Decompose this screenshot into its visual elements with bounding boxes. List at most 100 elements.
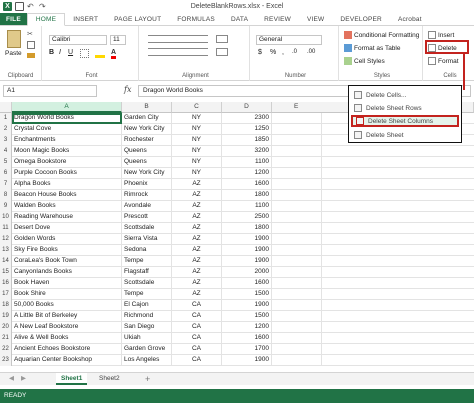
cell-amount[interactable]: 3200 — [222, 146, 272, 157]
tab-home[interactable]: HOME — [26, 13, 66, 26]
cell-empty[interactable] — [272, 135, 322, 146]
row-number[interactable]: 2 — [0, 124, 12, 135]
cell-state[interactable]: AZ — [172, 212, 222, 223]
menu-item-delete-sheet-rows[interactable]: Delete Sheet Rows — [351, 102, 459, 114]
cell-store-name[interactable]: Ancient Echoes Bookstore — [12, 344, 122, 355]
row-number[interactable]: 22 — [0, 344, 12, 355]
cell-empty[interactable] — [272, 311, 322, 322]
cell-city[interactable]: Tempe — [122, 256, 172, 267]
cell-city[interactable]: Avondale — [122, 201, 172, 212]
cell-state[interactable]: CA — [172, 333, 222, 344]
cell-amount[interactable]: 1800 — [222, 223, 272, 234]
cell-state[interactable]: NY — [172, 146, 222, 157]
cell-empty[interactable] — [272, 289, 322, 300]
cell-store-name[interactable]: Reading Warehouse — [12, 212, 122, 223]
row-number[interactable]: 9 — [0, 201, 12, 212]
currency-button[interactable]: $ — [258, 49, 262, 56]
cell-store-name[interactable]: Moon Magic Books — [12, 146, 122, 157]
cell-city[interactable]: New York City — [122, 124, 172, 135]
cell-state[interactable]: AZ — [172, 278, 222, 289]
cell-amount[interactable]: 1900 — [222, 245, 272, 256]
cell-city[interactable]: Garden Grove — [122, 344, 172, 355]
cell-city[interactable]: Prescott — [122, 212, 172, 223]
cell-amount[interactable]: 2000 — [222, 267, 272, 278]
cell-amount[interactable]: 1900 — [222, 355, 272, 366]
cell-state[interactable]: NY — [172, 135, 222, 146]
row-number[interactable]: 19 — [0, 311, 12, 322]
tab-acrobat[interactable]: Acrobat — [390, 13, 430, 25]
cell-state[interactable]: AZ — [172, 223, 222, 234]
format-as-table-button[interactable]: Format as Table — [344, 44, 400, 52]
paste-button[interactable]: Paste — [5, 50, 22, 57]
cell-amount[interactable]: 1800 — [222, 190, 272, 201]
cell-empty[interactable] — [272, 168, 322, 179]
increase-decimal-button[interactable]: .0 — [292, 49, 297, 55]
tab-formulas[interactable]: FORMULAS — [169, 13, 223, 25]
cell-empty[interactable] — [272, 124, 322, 135]
cell-store-name[interactable]: CoraLea's Book Town — [12, 256, 122, 267]
row-number[interactable]: 5 — [0, 157, 12, 168]
cell-empty[interactable] — [272, 344, 322, 355]
row-number[interactable]: 10 — [0, 212, 12, 223]
cell-store-name[interactable]: Beacon House Books — [12, 190, 122, 201]
row-number[interactable]: 7 — [0, 179, 12, 190]
tab-file[interactable]: FILE — [0, 13, 27, 25]
row-number[interactable]: 1 — [0, 113, 12, 124]
scroll-sheets-right-icon[interactable]: ▶ — [16, 373, 31, 385]
row-number[interactable]: 18 — [0, 300, 12, 311]
row-number[interactable]: 12 — [0, 234, 12, 245]
cell-city[interactable]: Scottsdale — [122, 223, 172, 234]
cell-state[interactable]: CA — [172, 311, 222, 322]
cell-store-name[interactable]: Golden Words — [12, 234, 122, 245]
row-number[interactable]: 17 — [0, 289, 12, 300]
font-color-icon[interactable]: A — [111, 49, 117, 59]
cell-state[interactable]: NY — [172, 157, 222, 168]
cell-store-name[interactable]: Omega Bookstore — [12, 157, 122, 168]
cell-state[interactable]: AZ — [172, 267, 222, 278]
cell-empty[interactable] — [272, 333, 322, 344]
cell-store-name[interactable]: Book Shire — [12, 289, 122, 300]
cell-city[interactable]: Scottsdale — [122, 278, 172, 289]
cell-city[interactable]: Sierra Vista — [122, 234, 172, 245]
cell-store-name[interactable]: A Little Bit of Berkeley — [12, 311, 122, 322]
cell-state[interactable]: AZ — [172, 179, 222, 190]
cell-styles-button[interactable]: Cell Styles — [344, 57, 385, 65]
cell-store-name[interactable]: Purple Cocoon Books — [12, 168, 122, 179]
sheet-tab-sheet2[interactable]: Sheet2 — [94, 373, 125, 385]
format-button[interactable]: Format — [428, 57, 459, 65]
cell-city[interactable]: Ukiah — [122, 333, 172, 344]
cell-state[interactable]: CA — [172, 355, 222, 366]
row-number[interactable]: 8 — [0, 190, 12, 201]
cell-amount[interactable]: 1600 — [222, 179, 272, 190]
cell-amount[interactable]: 1900 — [222, 234, 272, 245]
tab-view[interactable]: VIEW — [299, 13, 332, 25]
paste-icon[interactable] — [7, 30, 21, 48]
cell-state[interactable]: NY — [172, 124, 222, 135]
cell-city[interactable]: Rimrock — [122, 190, 172, 201]
cell-empty[interactable] — [272, 245, 322, 256]
row-number[interactable]: 3 — [0, 135, 12, 146]
tab-insert[interactable]: INSERT — [65, 13, 106, 25]
cell-state[interactable]: AZ — [172, 245, 222, 256]
cell-empty[interactable] — [272, 179, 322, 190]
cell-amount[interactable]: 1250 — [222, 124, 272, 135]
tab-review[interactable]: REVIEW — [256, 13, 299, 25]
column-header-b[interactable]: B — [122, 102, 172, 113]
cell-city[interactable]: Garden City — [122, 113, 172, 124]
cell-state[interactable]: NY — [172, 168, 222, 179]
cell-store-name[interactable]: Enchantments — [12, 135, 122, 146]
cell-amount[interactable]: 1500 — [222, 289, 272, 300]
comma-button[interactable]: , — [282, 49, 284, 56]
cell-city[interactable]: Flagstaff — [122, 267, 172, 278]
row-number[interactable]: 23 — [0, 355, 12, 366]
cell-city[interactable]: Queens — [122, 157, 172, 168]
cell-state[interactable]: AZ — [172, 234, 222, 245]
menu-item-delete-sheet-columns[interactable]: Delete Sheet Columns — [351, 115, 459, 127]
cell-empty[interactable] — [272, 157, 322, 168]
bold-button[interactable]: B — [49, 49, 54, 56]
column-header-a[interactable]: A — [12, 102, 122, 113]
cell-amount[interactable]: 1900 — [222, 300, 272, 311]
cell-amount[interactable]: 1200 — [222, 322, 272, 333]
cell-city[interactable]: Queens — [122, 146, 172, 157]
cell-amount[interactable]: 1850 — [222, 135, 272, 146]
